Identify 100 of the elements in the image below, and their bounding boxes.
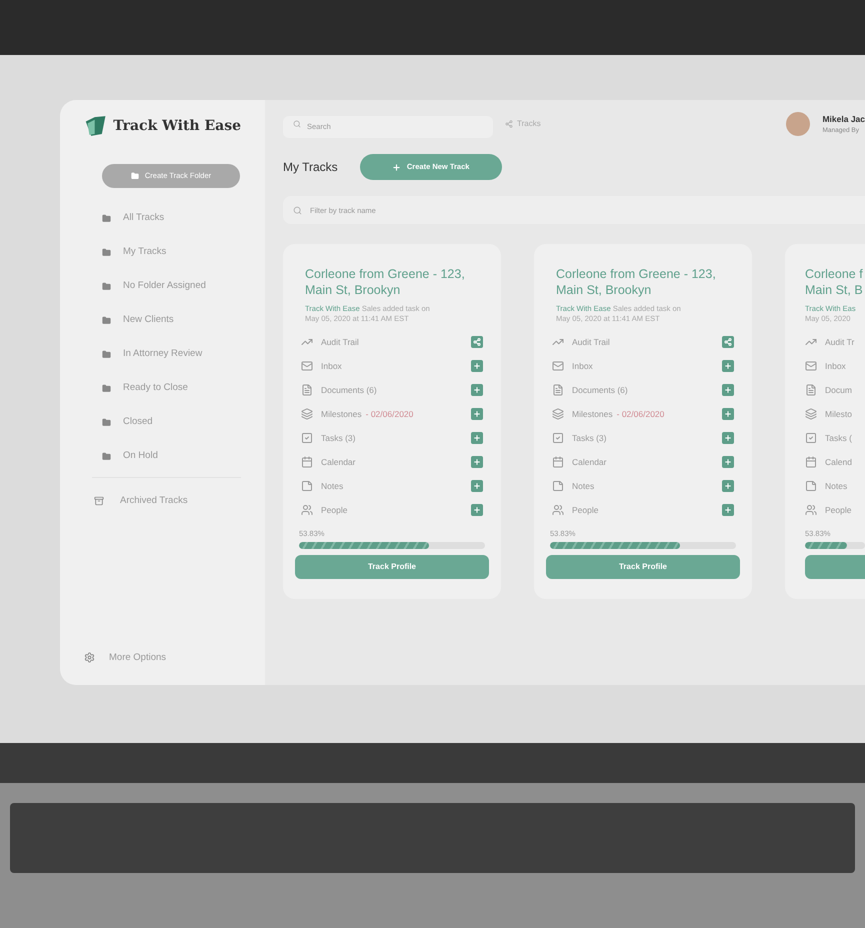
section-link[interactable]: Audit Trail <box>321 336 359 348</box>
plus-icon <box>473 362 481 370</box>
add-button[interactable] <box>471 480 483 492</box>
folder-link[interactable]: Ready to Close <box>123 381 188 396</box>
plus-icon <box>724 362 732 370</box>
add-button[interactable] <box>471 504 483 516</box>
track-title[interactable]: Corleone f Main St, B <box>805 266 865 298</box>
track-profile-button[interactable] <box>805 555 865 580</box>
folder-link[interactable]: In Attorney Review <box>123 347 202 362</box>
folder-icon <box>102 418 111 427</box>
archived-link[interactable]: Archived Tracks <box>120 494 188 508</box>
more-options-link[interactable]: More Options <box>109 650 166 665</box>
section-link[interactable]: People <box>572 504 598 516</box>
section-link[interactable]: Documents (6) <box>321 384 377 396</box>
trend-line-icon <box>301 336 313 348</box>
settings-icon <box>84 652 95 664</box>
folder-link[interactable]: On Hold <box>123 449 158 464</box>
checkbox-icon <box>552 432 564 444</box>
section-link[interactable]: People <box>321 504 348 516</box>
share-icon <box>724 338 732 346</box>
folder-icon <box>102 248 111 257</box>
section-link[interactable]: Milestones <box>321 408 362 420</box>
add-button[interactable] <box>722 384 734 396</box>
layers-icon <box>301 408 313 420</box>
add-button[interactable] <box>471 432 483 444</box>
add-button[interactable] <box>722 408 734 420</box>
section-link[interactable]: Inbox <box>321 360 342 372</box>
section-link[interactable]: Documents (6) <box>572 384 628 396</box>
section-link[interactable]: Calendar <box>321 456 356 468</box>
calendar-icon <box>552 456 564 468</box>
add-button[interactable] <box>722 360 734 372</box>
calendar-icon <box>301 456 313 468</box>
note-icon <box>301 480 313 492</box>
share-icon <box>505 120 513 128</box>
envelope-icon <box>552 360 564 372</box>
add-button[interactable] <box>471 360 483 372</box>
section-link[interactable]: Calendar <box>572 456 606 468</box>
add-button[interactable] <box>722 432 734 444</box>
folder-icon <box>102 350 111 359</box>
plus-icon <box>473 386 481 394</box>
search-icon <box>293 120 301 128</box>
document-icon <box>552 384 564 396</box>
section-link[interactable]: Milesto <box>825 408 852 420</box>
section-link[interactable]: Audit Tr <box>825 336 854 348</box>
folder-link[interactable]: Closed <box>123 415 153 430</box>
add-button[interactable] <box>471 456 483 468</box>
document-icon <box>805 384 817 396</box>
folder-link[interactable]: No Folder Assigned <box>123 279 206 294</box>
add-button[interactable] <box>722 504 734 516</box>
plus-icon <box>724 458 732 466</box>
folder-icon <box>102 214 111 223</box>
folder-icon <box>102 452 111 461</box>
plus-icon <box>473 506 481 514</box>
trend-line-icon <box>805 336 817 348</box>
checkbox-icon <box>301 432 313 444</box>
milestone-date: - 02/06/2020 <box>616 408 664 420</box>
layers-icon <box>552 408 564 420</box>
avatar <box>786 112 810 136</box>
section-link[interactable]: Inbox <box>572 360 593 372</box>
section-link[interactable]: Milestones <box>572 408 613 420</box>
section-link[interactable]: Audit Trail <box>572 336 610 348</box>
share-button[interactable] <box>722 336 734 348</box>
section-link[interactable]: Docum <box>825 384 852 396</box>
section-link[interactable]: Notes <box>572 480 594 492</box>
track-profile-button[interactable]: Track Profile <box>295 555 489 580</box>
share-icon <box>473 338 481 346</box>
plus-icon <box>724 386 732 394</box>
add-button[interactable] <box>722 456 734 468</box>
envelope-icon <box>805 360 817 372</box>
plus-icon <box>392 162 401 172</box>
folder-icon <box>102 316 111 325</box>
add-button[interactable] <box>471 408 483 420</box>
calendar-icon <box>805 456 817 468</box>
section-link[interactable]: Calend <box>825 456 852 468</box>
section-link[interactable]: Notes <box>321 480 344 492</box>
folder-link[interactable]: My Tracks <box>123 245 166 260</box>
logo-icon <box>84 113 108 139</box>
section-link[interactable]: People <box>825 504 852 516</box>
track-title[interactable]: Corleone from Greene - 123, Main St, Brookyn <box>305 266 479 298</box>
plus-icon <box>473 410 481 418</box>
folder-link[interactable]: All Tracks <box>123 211 164 226</box>
note-icon <box>552 480 564 492</box>
breadcrumb-link[interactable]: Tracks <box>517 118 541 130</box>
add-button[interactable] <box>722 480 734 492</box>
plus-icon <box>724 434 732 442</box>
user-name: Mikela Jac <box>822 112 865 126</box>
plus-icon <box>724 410 732 418</box>
checkbox-icon <box>805 432 817 444</box>
envelope-icon <box>301 360 313 372</box>
folder-link[interactable]: New Clients <box>123 313 174 328</box>
share-button[interactable] <box>471 336 483 348</box>
section-link[interactable]: Tasks (3) <box>321 432 356 444</box>
add-button[interactable] <box>471 384 483 396</box>
trend-line-icon <box>552 336 564 348</box>
section-link[interactable]: Tasks (3) <box>572 432 606 444</box>
track-profile-button[interactable]: Track Profile <box>546 555 740 580</box>
section-link[interactable]: Inbox <box>825 360 846 372</box>
section-link[interactable]: Tasks ( <box>825 432 852 444</box>
section-link[interactable]: Notes <box>825 480 848 492</box>
track-title[interactable]: Corleone from Greene - 123, Main St, Brookyn <box>556 266 730 298</box>
